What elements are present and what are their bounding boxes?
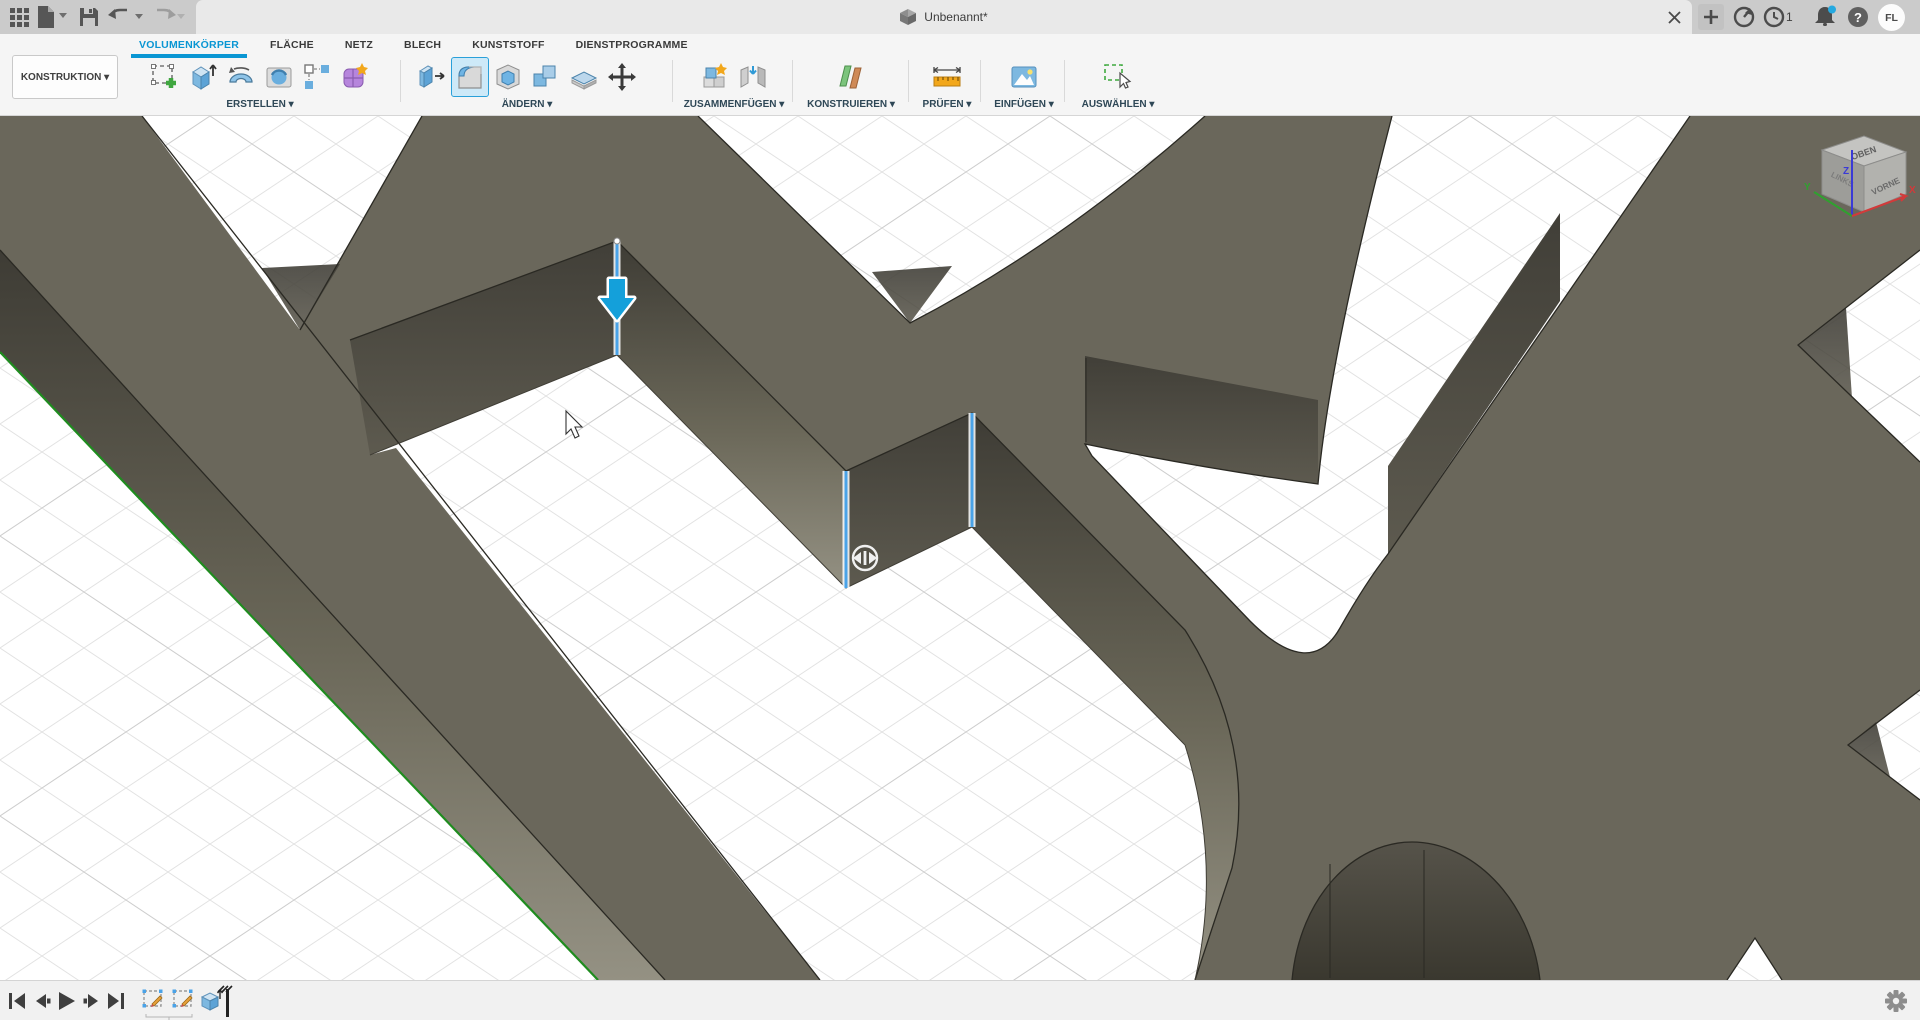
group-pruefen: PRÜFEN ▾ <box>912 56 982 114</box>
clock-count-badge: 1 <box>1786 10 1793 24</box>
group-separator <box>980 60 981 102</box>
timeline-bar <box>0 980 1920 1020</box>
timeline-sketch-feature-1[interactable] <box>143 990 163 1008</box>
konstruktion-dropdown-button[interactable]: KONSTRUKTION ▾ <box>12 55 118 99</box>
group-auswaehlen: AUSWÄHLEN ▾ <box>1068 56 1168 114</box>
document-tab[interactable]: Unbenannt* <box>196 0 1692 34</box>
group-label-einfuegen[interactable]: EINFÜGEN ▾ <box>984 99 1064 110</box>
group-konstruieren: KONSTRUIEREN ▾ <box>796 56 906 114</box>
group-zusammenfuegen: ZUSAMMENFÜGEN ▾ <box>676 56 792 114</box>
undo-icon[interactable] <box>106 0 146 34</box>
file-menu-icon[interactable] <box>34 0 68 34</box>
hole-icon[interactable] <box>261 58 297 96</box>
selection-badge[interactable] <box>853 546 877 570</box>
fillet-icon[interactable] <box>452 58 488 96</box>
group-einfuegen: EINFÜGEN ▾ <box>984 56 1064 114</box>
app-grid-icon[interactable] <box>6 0 32 34</box>
measure-icon[interactable] <box>929 58 965 96</box>
group-separator <box>1064 60 1065 102</box>
tab-volumenkoerper[interactable]: VOLUMENKÖRPER <box>137 35 241 56</box>
group-separator <box>672 60 673 102</box>
press-pull-icon[interactable] <box>414 58 450 96</box>
group-erstellen: ERSTELLEN ▾ <box>133 56 387 114</box>
timeline-skip-end-icon[interactable] <box>103 987 129 1015</box>
timeline-play-icon[interactable] <box>53 987 79 1015</box>
save-icon[interactable] <box>76 0 102 34</box>
timeline-position-marker[interactable] <box>218 986 232 1017</box>
pattern-icon[interactable] <box>299 58 335 96</box>
timeline-step-back-icon[interactable] <box>29 987 55 1015</box>
group-label-pruefen[interactable]: PRÜFEN ▾ <box>912 99 982 110</box>
redo-icon[interactable] <box>148 0 188 34</box>
clock-icon[interactable] <box>1762 0 1786 34</box>
z-axis-label: Z <box>1843 166 1849 177</box>
joint-icon[interactable] <box>735 58 771 96</box>
insert-image-icon[interactable] <box>1006 58 1042 96</box>
close-tab-icon[interactable] <box>1660 0 1688 34</box>
jobs-icon[interactable] <box>1730 0 1758 34</box>
x-axis-label: X <box>1909 185 1916 196</box>
timeline-extrude-feature[interactable] <box>202 990 223 1010</box>
tab-flaeche[interactable]: FLÄCHE <box>268 35 316 56</box>
create-form-icon[interactable] <box>337 58 373 96</box>
tab-netz[interactable]: NETZ <box>343 35 375 56</box>
tab-dienstprogramme[interactable]: DIENSTPROGRAMME <box>574 35 690 56</box>
timeline-group-bracket <box>146 1014 192 1020</box>
y-axis-label: Y <box>1804 182 1811 193</box>
timeline-step-forward-icon[interactable] <box>79 987 105 1015</box>
viewport-canvas[interactable]: OBEN VORNE LINKS Z Y X <box>0 116 1920 980</box>
tab-kunststoff[interactable]: KUNSTSTOFF <box>470 35 546 56</box>
application-titlebar: Unbenannt* 1 ? FL <box>0 0 1920 34</box>
ribbon-tab-strip: VOLUMENKÖRPER FLÄCHE NETZ BLECH KUNSTSTO… <box>137 35 690 56</box>
group-aendern: ÄNDERN ▾ <box>405 56 649 114</box>
timeline-features <box>140 985 260 1021</box>
move-icon[interactable] <box>604 58 640 96</box>
timeline-sketch-feature-2[interactable] <box>173 990 193 1008</box>
help-icon[interactable]: ? <box>1848 7 1868 27</box>
bell-icon[interactable] <box>1812 0 1840 34</box>
split-body-icon[interactable] <box>566 58 602 96</box>
group-separator <box>792 60 793 102</box>
extrude-icon[interactable] <box>185 58 221 96</box>
group-separator <box>400 60 401 102</box>
group-label-erstellen[interactable]: ERSTELLEN ▾ <box>133 99 387 110</box>
construction-plane-icon[interactable] <box>833 58 869 96</box>
group-label-konstruieren[interactable]: KONSTRUIEREN ▾ <box>796 99 906 110</box>
document-title: Unbenannt* <box>924 10 987 24</box>
settings-gear-icon[interactable] <box>1884 989 1908 1013</box>
ribbon-toolbar: VOLUMENKÖRPER FLÄCHE NETZ BLECH KUNSTSTO… <box>0 34 1920 116</box>
document-cube-icon <box>900 9 917 25</box>
create-sketch-icon[interactable] <box>147 58 183 96</box>
select-icon[interactable] <box>1100 58 1136 96</box>
group-label-zusammenfuegen[interactable]: ZUSAMMENFÜGEN ▾ <box>676 99 792 110</box>
revolve-icon[interactable] <box>223 58 259 96</box>
combine-icon[interactable] <box>528 58 564 96</box>
vertex-marker <box>614 238 620 244</box>
group-label-aendern[interactable]: ÄNDERN ▾ <box>405 99 649 110</box>
group-label-auswaehlen[interactable]: AUSWÄHLEN ▾ <box>1068 99 1168 110</box>
group-separator <box>908 60 909 102</box>
shell-icon[interactable] <box>490 58 526 96</box>
new-component-icon[interactable] <box>697 58 733 96</box>
new-tab-button[interactable] <box>1698 4 1724 30</box>
avatar[interactable]: FL <box>1878 4 1905 31</box>
tab-blech[interactable]: BLECH <box>402 35 443 56</box>
timeline-skip-start-icon[interactable] <box>4 987 30 1015</box>
